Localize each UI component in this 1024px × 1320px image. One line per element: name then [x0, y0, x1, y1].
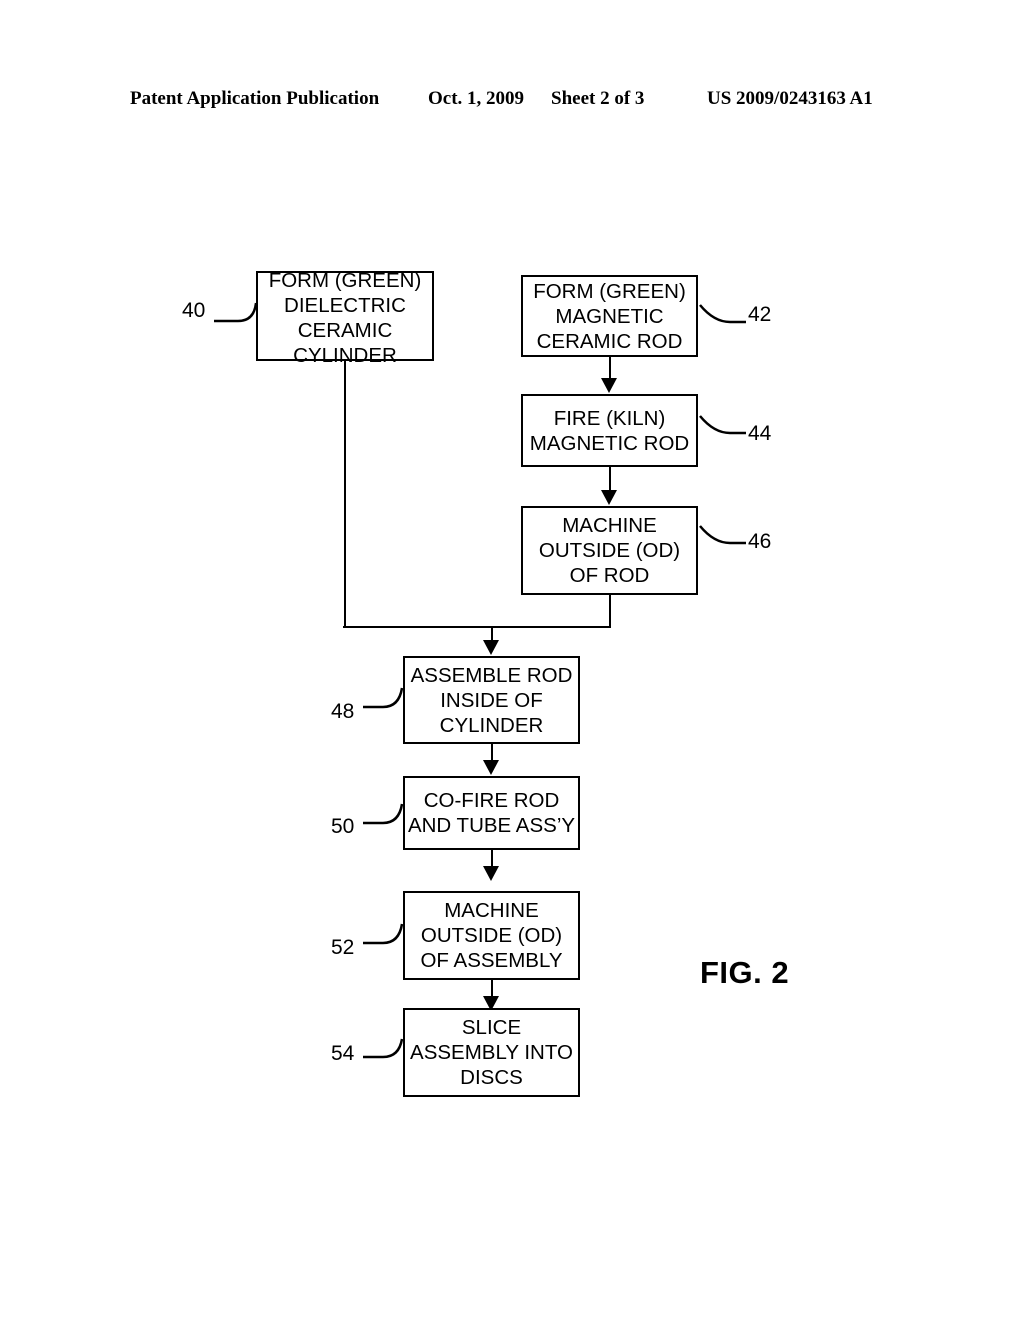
header-patent-number: US 2009/0243163 A1: [707, 88, 873, 109]
flow-box-48-line-3: CYLINDER: [439, 713, 544, 737]
ref-numeral-50: 50: [331, 815, 355, 838]
flow-box-52: MACHINE OUTSIDE (OD) OF ASSEMBLY: [403, 891, 580, 980]
flow-box-44-line-1: FIRE (KILN): [553, 406, 666, 430]
flow-box-40-line-3: CERAMIC: [297, 319, 393, 342]
flow-box-50: CO-FIRE ROD AND TUBE ASS’Y: [403, 776, 580, 850]
flow-box-46-line-1: MACHINE: [562, 514, 657, 537]
ref-numeral-46: 46: [748, 530, 772, 553]
flow-box-54-line-1: SLICE: [461, 1016, 522, 1039]
flow-box-44: FIRE (KILN) MAGNETIC ROD: [521, 394, 698, 467]
connector-46-to-junction: [609, 595, 611, 628]
flow-box-52-line-1: MACHINE: [444, 899, 539, 922]
flow-box-40-line-1: FORM (GREEN): [268, 269, 422, 292]
junction-horizontal-bar: [343, 626, 611, 628]
leader-line-50: [363, 803, 404, 825]
connector-44-to-46: [609, 467, 611, 491]
connector-42-to-44: [609, 357, 611, 379]
leader-line-40: [214, 302, 258, 323]
patent-figure-page: Patent Application Publication Oct. 1, 2…: [0, 0, 1024, 1320]
connector-50-to-52: [491, 850, 493, 867]
leader-line-54: [363, 1038, 404, 1059]
ref-numeral-44: 44: [748, 422, 772, 445]
flow-box-40: FORM (GREEN) DIELECTRIC CERAMIC CYLINDER: [256, 269, 434, 367]
flow-box-48-line-2: INSIDE OF: [440, 688, 543, 712]
flow-box-50-line-1: CO-FIRE ROD: [423, 789, 560, 812]
flow-box-52-line-2: OUTSIDE (OD): [420, 924, 563, 947]
leader-line-52: [363, 923, 404, 945]
flow-box-46: MACHINE OUTSIDE (OD) OF ROD: [521, 506, 698, 595]
flow-box-42-line-2: MAGNETIC: [555, 304, 664, 328]
flow-box-44-line-2: MAGNETIC ROD: [529, 431, 690, 455]
flow-box-54-line-2: ASSEMBLY INTO: [410, 1041, 573, 1064]
connector-40-to-junction: [344, 361, 346, 628]
header-date: Oct. 1, 2009: [428, 88, 525, 109]
flow-box-52-line-3: OF ASSEMBLY: [420, 949, 563, 972]
flow-box-54-line-3: DISCS: [460, 1066, 523, 1089]
flow-box-48: ASSEMBLE ROD INSIDE OF CYLINDER: [403, 656, 580, 744]
page-header: Patent Application Publication Oct. 1, 2…: [0, 88, 1024, 114]
flow-box-46-line-2: OUTSIDE (OD): [538, 539, 681, 562]
flow-box-50-line-2: AND TUBE ASS’Y: [407, 814, 576, 837]
flow-box-42-line-1: FORM (GREEN): [533, 279, 686, 303]
header-publication: Patent Application Publication: [130, 88, 380, 109]
flow-box-40-line-2: DIELECTRIC: [284, 294, 406, 317]
flow-box-48-line-1: ASSEMBLE ROD: [410, 663, 573, 687]
ref-numeral-54: 54: [331, 1042, 355, 1065]
arrowhead-48-to-50: [483, 760, 499, 775]
ref-numeral-40: 40: [182, 299, 206, 322]
ref-numeral-52: 52: [331, 936, 355, 959]
leader-line-42: [699, 304, 746, 324]
arrowhead-50-to-52: [483, 866, 499, 881]
connector-48-to-50: [491, 744, 493, 761]
leader-line-48: [363, 687, 404, 709]
figure-caption: FIG. 2: [700, 955, 790, 990]
flow-box-42-line-3: CERAMIC ROD: [536, 329, 683, 353]
arrowhead-42-to-44: [601, 378, 617, 393]
leader-line-44: [699, 415, 746, 435]
arrowhead-44-to-46: [601, 490, 617, 505]
flow-box-54: SLICE ASSEMBLY INTO DISCS: [403, 1008, 580, 1097]
flow-box-42: FORM (GREEN) MAGNETIC CERAMIC ROD: [521, 275, 698, 357]
ref-numeral-48: 48: [331, 700, 355, 723]
header-sheet: Sheet 2 of 3: [551, 88, 645, 109]
arrowhead-junction-to-48: [483, 640, 499, 655]
flow-box-46-line-3: OF ROD: [569, 564, 650, 587]
leader-line-46: [699, 525, 746, 545]
ref-numeral-42: 42: [748, 303, 772, 326]
